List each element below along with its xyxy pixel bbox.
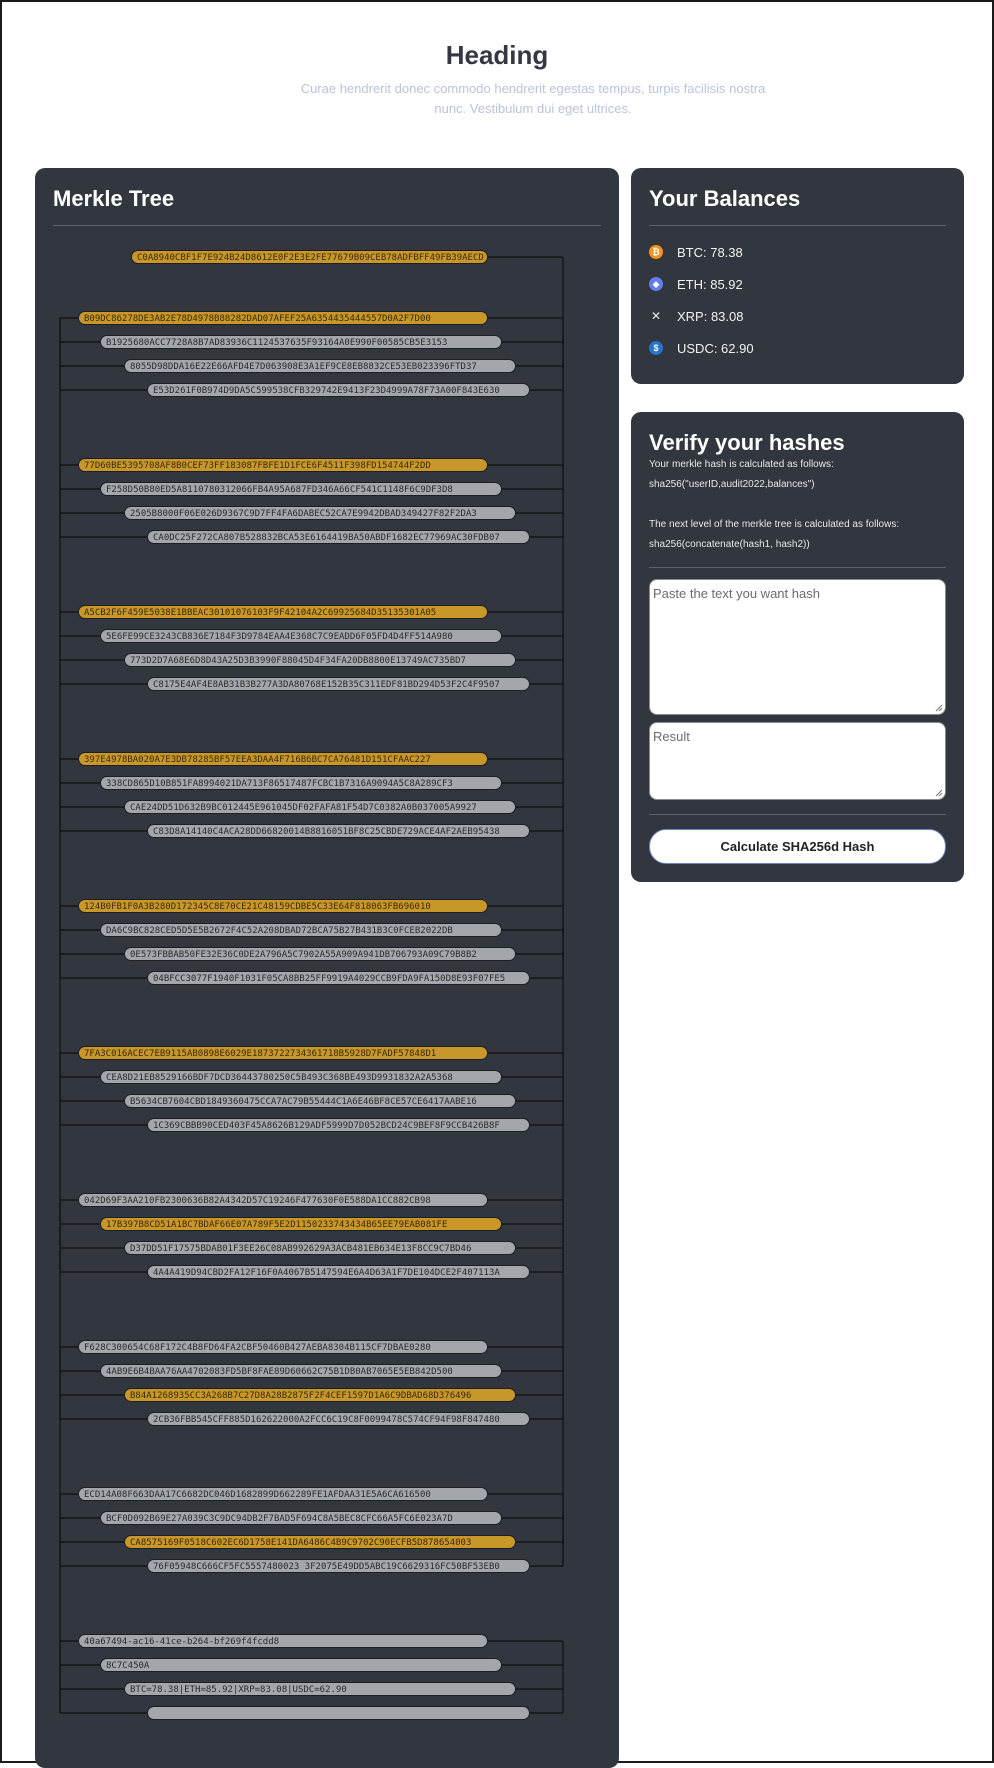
merkle-hash-node: C8175E4AF4E8AB31B3B277A3DA80768E152B35C3… <box>147 677 530 691</box>
xrp-icon: ✕ <box>650 309 662 323</box>
hash-input-field[interactable]: Paste the text you want hash <box>649 579 946 715</box>
resize-grip-icon[interactable] <box>934 703 943 712</box>
calculate-hash-button[interactable]: Calculate SHA256d Hash <box>649 829 946 864</box>
merkle-hash-node <box>147 1706 530 1720</box>
result-field[interactable]: Result <box>649 722 946 800</box>
merkle-hash-node: 5E6FE99CE3243CB836E7184F3D9784EAA4E368C7… <box>100 629 502 643</box>
merkle-hash-node: 4A4A419D94CBD2FA12F16F0A4067B5147594E6A4… <box>147 1265 530 1279</box>
bitcoin-icon: ₿ <box>649 245 663 259</box>
merkle-hash-node: 773D2D7A68E6D8D43A25D3B3990F88045D4F34FA… <box>124 653 516 667</box>
merkle-hash-node: CA0DC25F272CA807B528832BCA53E6164419BA50… <box>147 530 530 544</box>
balance-label: BTC: 78.38 <box>677 244 743 260</box>
balance-row: ✕ XRP: 83.08 <box>649 307 744 325</box>
merkle-hash-node: B1925680ACC7728A8B7AD83936C1124537635F93… <box>100 335 502 349</box>
merkle-hash-node: 2CB36FBB545CFF885D162622000A2FCC6C19C8F0… <box>147 1412 530 1426</box>
balance-label: XRP: 83.08 <box>677 308 744 324</box>
merkle-hash-node: B84A1268935CC3A268B7C27D8A28B2875F2F4CEF… <box>124 1388 516 1402</box>
balances-title: Your Balances <box>649 186 801 211</box>
merkle-hash-node: A5CB2F6F459E5038E1BBEAC30101076103F9F421… <box>78 605 488 619</box>
verify-panel: Verify your hashes Your merkle hash is c… <box>631 412 964 882</box>
balance-row: ◆ ETH: 85.92 <box>649 275 743 293</box>
merkle-hash-node: 1C369CBBB90CED403F45A8626B129ADF5999D7D0… <box>147 1118 530 1132</box>
merkle-hash-node: 397E4978BA020A7E3DB78285BF57EEA3DAA4F716… <box>78 752 488 766</box>
verify-formula-1: sha256("userID,audit2022,balances") <box>649 479 815 490</box>
merkle-hash-node: B5634CB7604CBD1849360475CCA7AC79B55444C1… <box>124 1094 516 1108</box>
merkle-hash-node: 124B0FB1F0A3B280D172345C8E70CE21C48159CD… <box>78 899 488 913</box>
merkle-hash-node: 04BFCC3077F1940F1031F05CA8BB25FF9919A402… <box>147 971 530 985</box>
page-subtitle: Curae hendrerit donec commodo hendrerit … <box>300 81 766 116</box>
merkle-hash-node: ECD14A08F663DAA17C6682DC046D1682899D6622… <box>78 1487 488 1501</box>
balance-label: USDC: 62.90 <box>677 340 754 356</box>
merkle-hash-node: 8055D98DDA16E22E66AFD4E7D063908E3A1EF9CE… <box>124 359 516 373</box>
merkle-hash-node: F258D50B80ED5A8110780312066FB4A95A687FD3… <box>100 482 502 496</box>
balances-divider <box>649 225 946 226</box>
usdc-icon: $ <box>649 341 663 355</box>
merkle-hash-node: 7FA3C016ACEC7EB9115AB0898E6029E187372273… <box>78 1046 488 1060</box>
merkle-hash-node: CA8575169F0518C602EC6D1758E141DA6486C4B9… <box>124 1535 516 1549</box>
merkle-hash-node: CAE24DD51D632B9BC012445E961045DF02FAFA81… <box>124 800 516 814</box>
merkle-hash-node: 40a67494-ac16-41ce-b264-bf269f4fcdd8 <box>78 1634 488 1648</box>
merkle-hash-node: D37DD51F17575BDAB01F3EE26C08AB992629A3AC… <box>124 1241 516 1255</box>
tree-connectors <box>59 256 564 1714</box>
merkle-tree-panel: Merkle Tree C0A8940CBF1F7E924B24D8612E0F… <box>35 168 619 1768</box>
verify-divider-2 <box>649 814 946 815</box>
merkle-hash-node: 4AB9E6B4BAA76AA4702083FD5BF8FAE89D60662C… <box>100 1364 502 1378</box>
merkle-hash-node: CEA8D21EB8529166BDF7DCD36443780250C5B493… <box>100 1070 502 1084</box>
verify-text-1: Your merkle hash is calculated as follow… <box>649 459 834 470</box>
hash-input-placeholder: Paste the text you want hash <box>653 586 820 601</box>
verify-text-2: The next level of the merkle tree is cal… <box>649 519 900 530</box>
merkle-hash-node: 77D60BE5395708AF8B0CEF73FF183087FBFE1D1F… <box>78 458 488 472</box>
merkle-hash-node: B09DC86278DE3AB2E78D4978B88282DAD07AFEF2… <box>78 311 488 325</box>
merkle-hash-node: 338CD865D10B851FA8994021DA713F86517487FC… <box>100 776 502 790</box>
balances-panel: Your Balances ₿ BTC: 78.38 ◆ ETH: 85.92 ✕ XRP… <box>631 168 964 384</box>
merkle-hash-node: E53D261F0B974D9DA5C599538CFB329742E9413F… <box>147 383 530 397</box>
merkle-hash-node: 2505B8000F06E026D9367C9D7FF4FA6DABEC52CA… <box>124 506 516 520</box>
merkle-hash-node: 17B397B8CD51A1BC7BDAF66E07A789F5E2D11502… <box>100 1217 502 1231</box>
merkle-hash-node: 0E573FBBAB50FE32E36C0DE2A796A5C7902A55A9… <box>124 947 516 961</box>
ethereum-icon: ◆ <box>649 277 663 291</box>
verify-divider-1 <box>649 567 946 568</box>
merkle-root-hash: C0A8940CBF1F7E924B24D8612E0F2E3E2FE77679… <box>131 250 488 264</box>
merkle-hash-node: 8C7C450A <box>100 1658 502 1672</box>
merkle-hash-node: F628C300654C68F172C4B8FD64FA2CBF50460B42… <box>78 1340 488 1354</box>
merkle-hash-node: C83D8A14140C4ACA28DD66820014B8816051BF8C… <box>147 824 530 838</box>
balance-label: ETH: 85.92 <box>677 276 743 292</box>
merkle-hash-node: 76F05948C666CF5FC5557480023 3F2075E49DD5… <box>147 1559 530 1573</box>
result-placeholder: Result <box>653 729 690 744</box>
balance-row: $ USDC: 62.90 <box>649 339 754 357</box>
merkle-hash-node: 042D69F3AA210FB2300636B82A4342D57C19246F… <box>78 1193 488 1207</box>
resize-grip-icon[interactable] <box>934 788 943 797</box>
verify-formula-2: sha256(concatenate(hash1, hash2)) <box>649 539 810 550</box>
balance-row: ₿ BTC: 78.38 <box>649 243 743 261</box>
merkle-hash-node: DA6C9BC828CED5D5E5B2672F4C52A208DBAD72BC… <box>100 923 502 937</box>
verify-title: Verify your hashes <box>649 430 845 455</box>
merkle-hash-node: BCF0D092B69E27A039C3C9DC94DB2F7BAD5F694C… <box>100 1511 502 1525</box>
page-heading: Heading <box>445 40 549 70</box>
merkle-hash-node: BTC=78.38|ETH=85.92|XRP=83.08|USDC=62.90 <box>124 1682 516 1696</box>
